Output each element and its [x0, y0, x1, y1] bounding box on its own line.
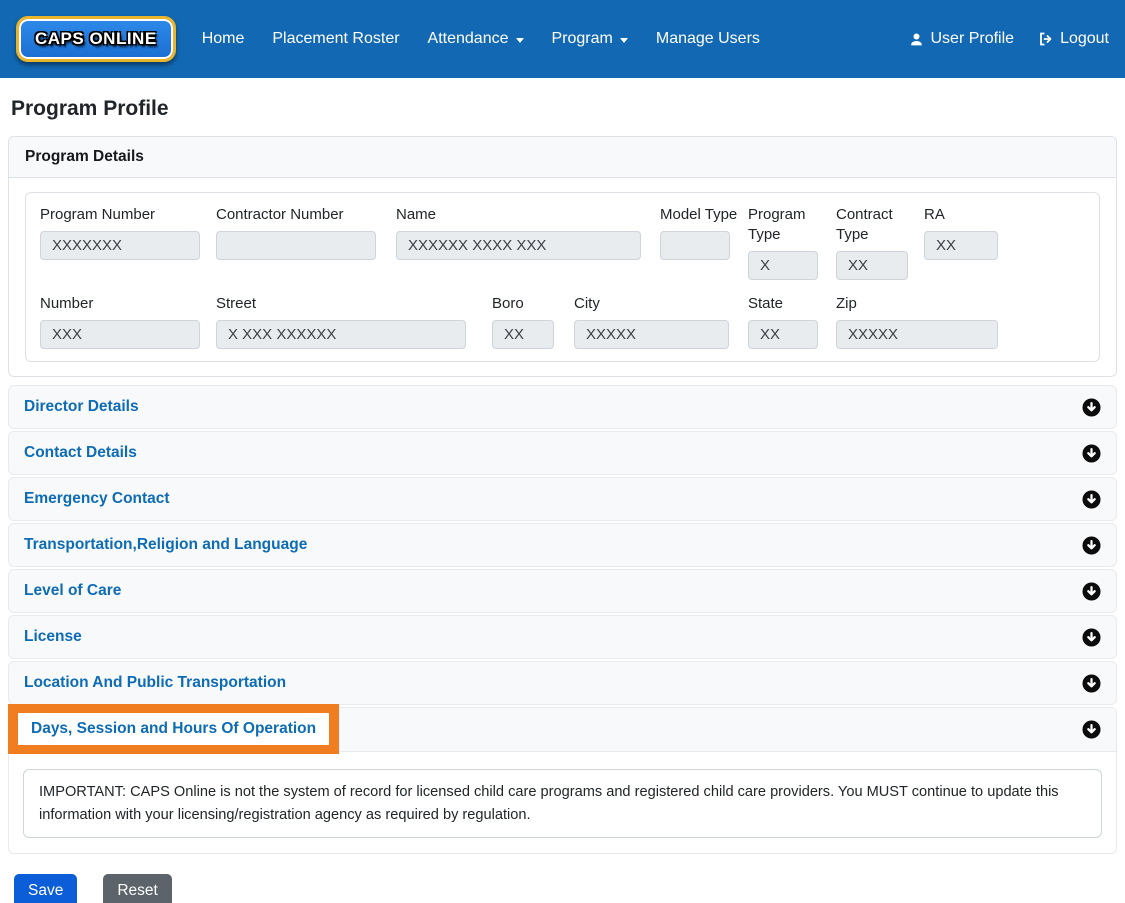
- field-ra: RA: [924, 205, 998, 260]
- nav-item-attendance[interactable]: Attendance: [428, 30, 524, 48]
- program-details-card: Program Details Program Number Contracto…: [8, 136, 1117, 377]
- section-license[interactable]: License: [8, 615, 1117, 659]
- logout-icon: [1038, 31, 1054, 47]
- nav-item-program[interactable]: Program: [552, 30, 628, 48]
- field-boro: Boro: [492, 294, 554, 349]
- field-name: Name: [396, 205, 641, 260]
- arrow-circle-down-icon: [1082, 720, 1101, 739]
- name-input[interactable]: [396, 231, 641, 260]
- page-title: Program Profile: [11, 97, 169, 120]
- field-number: Number: [40, 294, 200, 349]
- nav-item-manage-users[interactable]: Manage Users: [656, 30, 760, 48]
- section-days-session-hours-card: Days, Session and Hours Of Operation Day…: [8, 704, 1117, 855]
- chevron-down-icon: [619, 37, 628, 43]
- program-details-fieldset: Program Number Contractor Number Name Mo…: [25, 192, 1100, 362]
- field-contract-type: Contract Type: [836, 205, 908, 280]
- field-contractor-number: Contractor Number: [216, 205, 376, 260]
- arrow-circle-down-icon: [1082, 397, 1101, 417]
- arrow-circle-down-icon: [1082, 627, 1101, 647]
- nav-menu: Home Placement Roster Attendance Program…: [202, 30, 760, 48]
- zip-input[interactable]: [836, 320, 998, 349]
- fields-row-2: Number Street Boro City: [40, 294, 1085, 349]
- ra-input[interactable]: [924, 231, 998, 260]
- user-icon: [909, 32, 924, 47]
- section-level-of-care[interactable]: Level of Care: [8, 569, 1117, 613]
- logo-text: CAPS ONLINE: [35, 29, 157, 48]
- arrow-circle-down-icon: [1082, 443, 1101, 463]
- contract-type-input[interactable]: [836, 251, 908, 280]
- arrow-circle-down-icon: [1082, 535, 1101, 555]
- number-input[interactable]: [40, 320, 200, 349]
- field-city: City: [574, 294, 729, 349]
- important-notice: IMPORTANT: CAPS Online is not the system…: [23, 769, 1102, 839]
- nav-item-home[interactable]: Home: [202, 30, 245, 48]
- section-emergency-contact[interactable]: Emergency Contact: [8, 477, 1117, 521]
- section-contact-details[interactable]: Contact Details: [8, 431, 1117, 475]
- highlighted-section-label: Days, Session and Hours Of Operation: [18, 713, 330, 745]
- reset-button[interactable]: Reset: [103, 874, 172, 903]
- contractor-number-input[interactable]: [216, 231, 376, 260]
- caps-online-logo[interactable]: CAPS ONLINE: [16, 16, 176, 62]
- state-input[interactable]: [748, 320, 818, 349]
- program-type-input[interactable]: [748, 251, 818, 280]
- field-zip: Zip: [836, 294, 998, 349]
- program-details-body: Program Number Contractor Number Name Mo…: [9, 178, 1116, 376]
- street-input[interactable]: [216, 320, 466, 349]
- fields-row-1: Program Number Contractor Number Name Mo…: [40, 205, 1085, 280]
- navbar-right: User Profile Logout: [909, 30, 1109, 48]
- section-location-public-transportation[interactable]: Location And Public Transportation: [8, 661, 1117, 705]
- boro-input[interactable]: [492, 320, 554, 349]
- nav-item-placement-roster[interactable]: Placement Roster: [272, 30, 399, 48]
- arrow-circle-down-icon: [1082, 489, 1101, 509]
- field-program-type: Program Type: [748, 205, 818, 280]
- save-button[interactable]: Save: [14, 874, 78, 903]
- city-input[interactable]: [574, 320, 729, 349]
- section-days-session-hours[interactable]: Days, Session and Hours Of Operation Day…: [8, 704, 1116, 754]
- user-profile-link[interactable]: User Profile: [909, 30, 1014, 48]
- field-street: Street: [216, 294, 466, 349]
- model-type-input[interactable]: [660, 231, 730, 260]
- logout-link[interactable]: Logout: [1038, 30, 1109, 48]
- field-program-number: Program Number: [40, 205, 200, 260]
- field-state: State: [748, 294, 818, 349]
- program-details-header: Program Details: [9, 137, 1116, 178]
- chevron-down-icon: [515, 37, 524, 43]
- form-actions: Save Reset: [14, 874, 1117, 903]
- section-director-details[interactable]: Director Details: [8, 385, 1117, 429]
- main-content: Program Profile Program Details Program …: [0, 97, 1125, 903]
- arrow-circle-down-icon: [1082, 673, 1101, 693]
- field-model-type: Model Type: [660, 205, 737, 260]
- profile-accordion: Director Details Contact Details Emergen…: [8, 385, 1117, 855]
- highlight-annotation: Days, Session and Hours Of Operation: [8, 704, 340, 754]
- program-number-input[interactable]: [40, 231, 200, 260]
- arrow-circle-down-icon: [1082, 581, 1101, 601]
- section-transportation-religion-language[interactable]: Transportation,Religion and Language: [8, 523, 1117, 567]
- top-navbar: CAPS ONLINE Home Placement Roster Attend…: [0, 0, 1125, 78]
- days-session-hours-body: IMPORTANT: CAPS Online is not the system…: [9, 752, 1116, 853]
